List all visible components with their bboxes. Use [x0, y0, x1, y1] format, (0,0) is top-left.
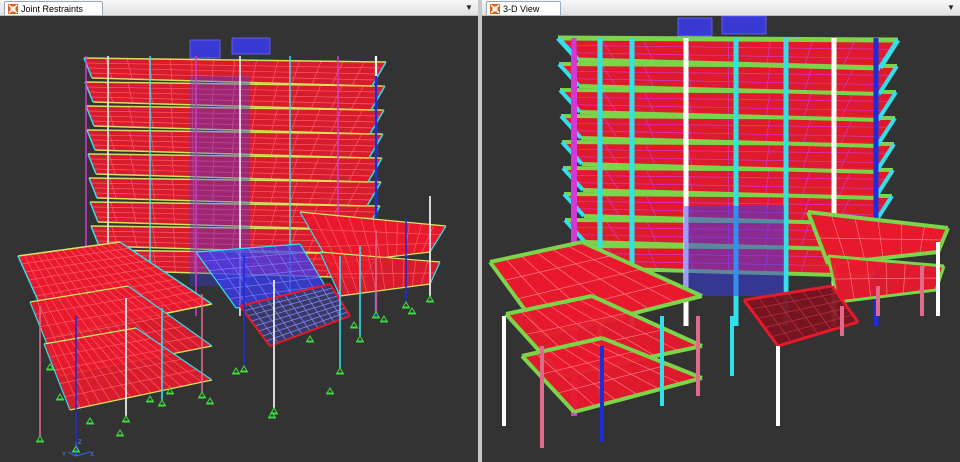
joint-restraint-icon: [86, 417, 94, 424]
elevator-core: [684, 206, 784, 296]
joint-restraint-icon: [350, 321, 358, 328]
joint-restraint-icon: [206, 397, 214, 404]
joint-restraint-icon: [306, 335, 314, 342]
structural-model-right[interactable]: [482, 16, 960, 462]
tab-3d-view[interactable]: 3-D View: [486, 1, 561, 15]
roof-equipment: [677, 17, 713, 37]
tab-bar: Joint Restraints ▼: [0, 0, 478, 16]
joint-restraint-icon: [380, 315, 388, 322]
roof-equipment: [721, 16, 767, 35]
beam-line: [557, 35, 899, 43]
tab-label: Joint Restraints: [21, 3, 84, 14]
joint-restraint-icon: [198, 391, 206, 398]
joint-restraint-icon: [408, 307, 416, 314]
joint-restraint-icon: [232, 367, 240, 374]
joint-restraint-icon: [326, 387, 334, 394]
tab-label: 3-D View: [503, 3, 540, 14]
axis-y-label: Y: [62, 452, 66, 458]
joint-restraint-icon: [356, 335, 364, 342]
roof-equipment: [231, 37, 271, 55]
3d-view-pane: 3-D View ▼: [482, 0, 960, 462]
etabs-model-icon: [490, 3, 500, 14]
roof-equipment: [189, 39, 221, 59]
joint-restraint-icon: [158, 399, 166, 406]
joint-restraint-icon: [122, 415, 130, 422]
joint-restraint-icon: [336, 367, 344, 374]
axis-y-line: [67, 451, 77, 457]
joint-restraint-icon: [426, 295, 434, 302]
tab-bar: 3-D View ▼: [482, 0, 960, 16]
chevron-down-icon[interactable]: ▼: [463, 1, 475, 14]
etabs-model-icon: [8, 3, 18, 14]
chevron-down-icon[interactable]: ▼: [945, 1, 957, 14]
axis-x-line: [75, 451, 91, 457]
joint-restraint-icon: [240, 365, 248, 372]
tab-joint-restraints[interactable]: Joint Restraints: [4, 1, 103, 15]
joint-restraint-icon: [402, 301, 410, 308]
joint-restraints-pane: Joint Restraints ▼ Z X Y: [0, 0, 478, 462]
joint-restraint-icon: [56, 393, 64, 400]
joint-restraint-icon: [36, 435, 44, 442]
axis-x-label: X: [90, 452, 94, 458]
joint-restraint-icon: [116, 429, 124, 436]
model-viewport-left[interactable]: Z X Y: [0, 16, 478, 462]
joint-restraint-icon: [146, 395, 154, 402]
model-viewport-right[interactable]: [482, 16, 960, 462]
structural-model-left[interactable]: Z X Y: [0, 16, 478, 462]
axis-z-label: Z: [78, 440, 82, 446]
